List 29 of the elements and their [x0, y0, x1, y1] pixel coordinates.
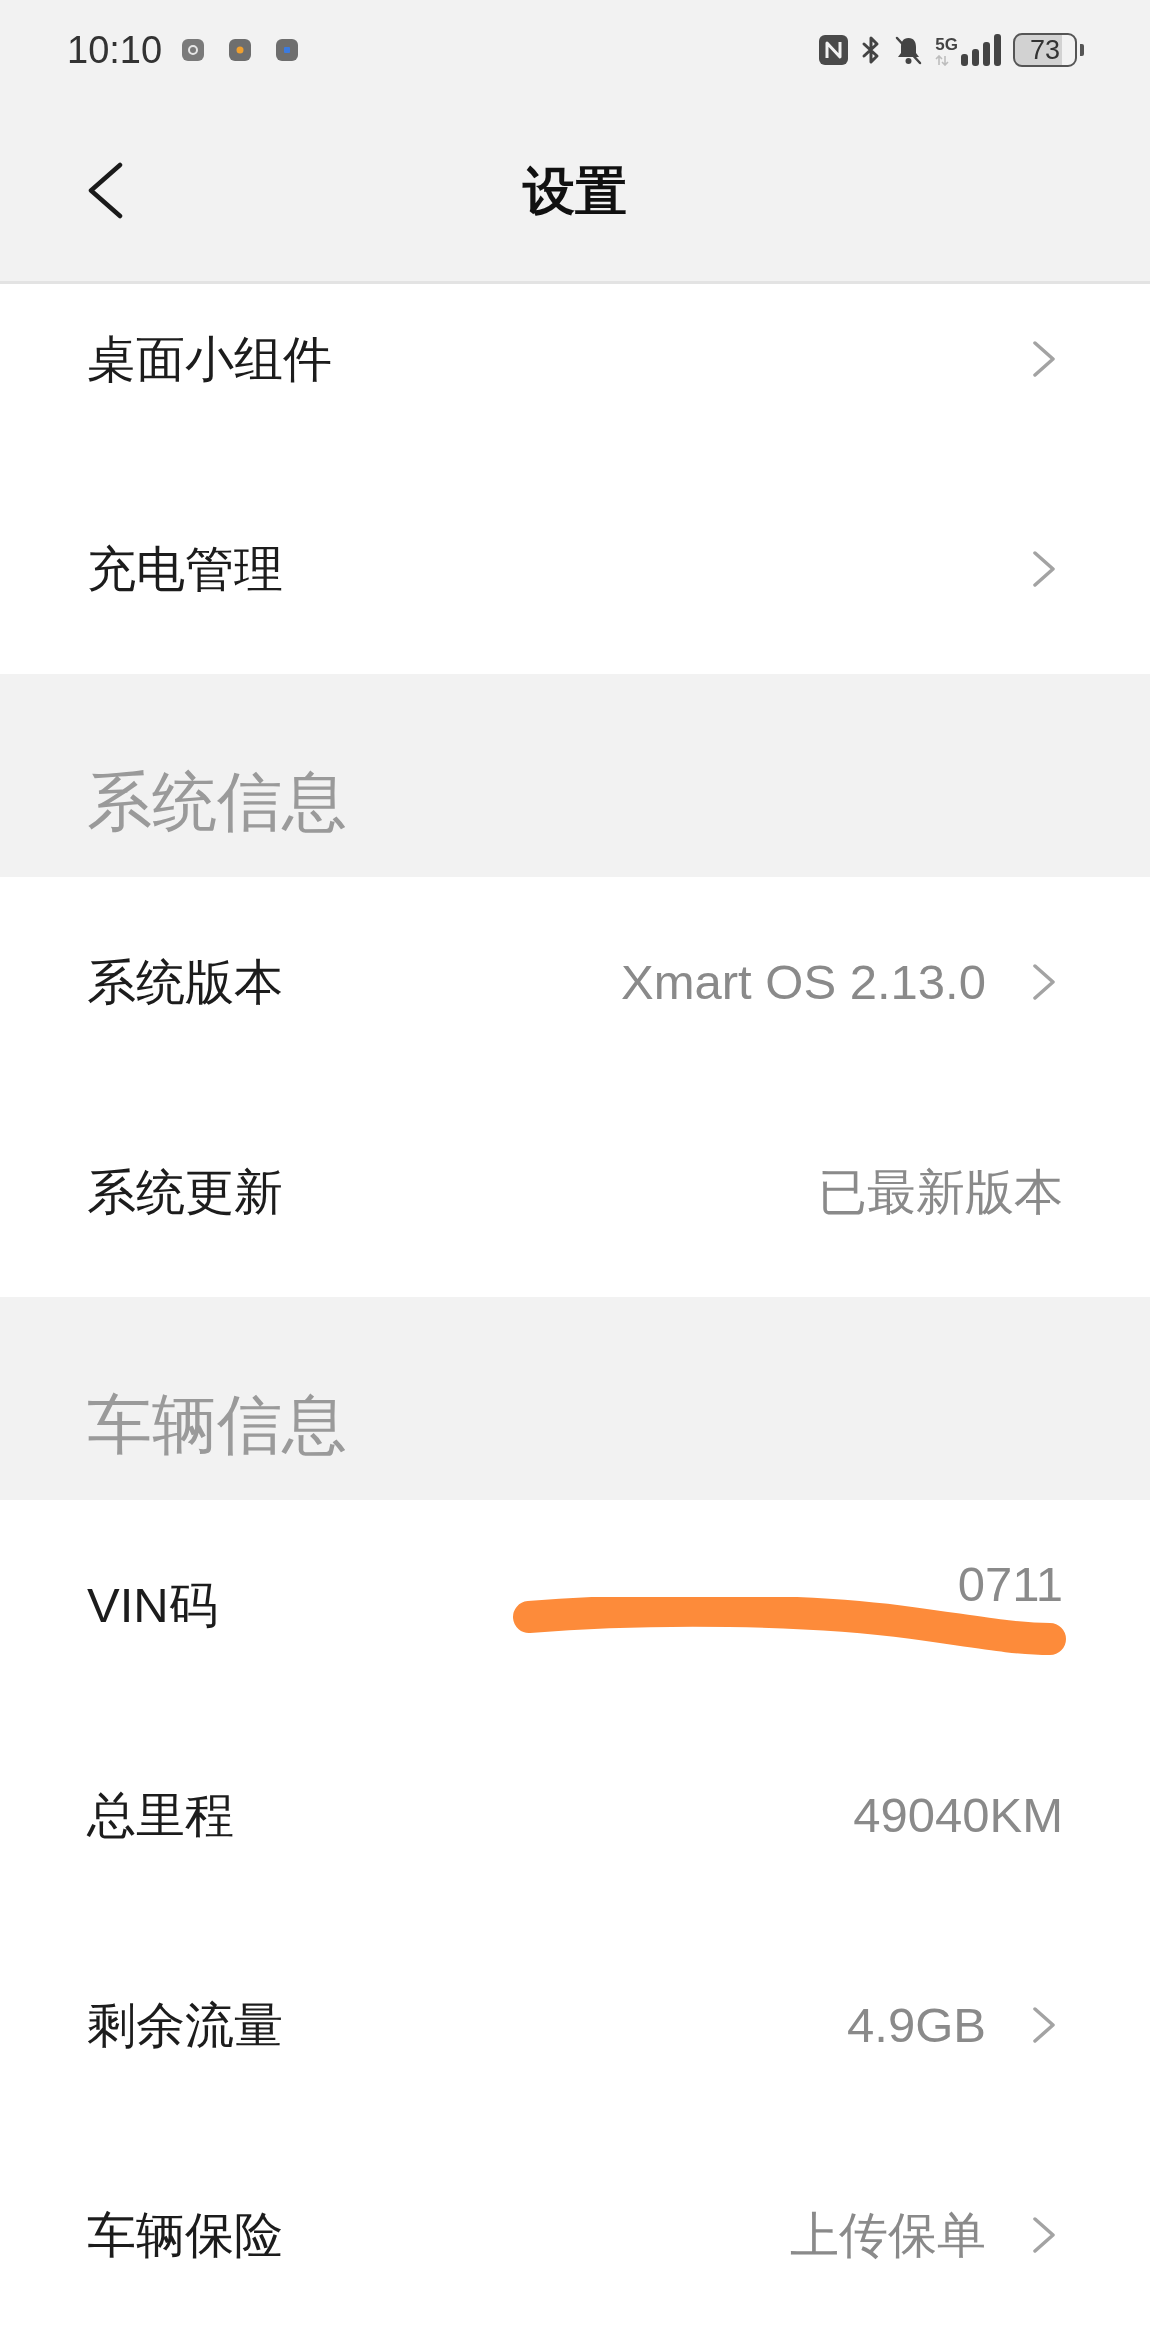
signal-icon	[961, 34, 1001, 66]
app-notification-icon	[182, 39, 205, 61]
nfc-icon	[819, 35, 849, 65]
row-value: 已最新版本	[818, 1167, 1063, 1217]
row-value: 上传保单	[790, 2210, 986, 2260]
network-type-label: 5G	[935, 36, 958, 53]
row-value: Xmart OS 2.13.0	[621, 957, 986, 1007]
row-label: 车辆保险	[87, 2210, 283, 2260]
back-button[interactable]	[87, 162, 123, 219]
row-label: 剩余流量	[87, 2000, 283, 2050]
app-notification-icon	[229, 39, 252, 61]
row-label: 系统更新	[87, 1167, 283, 1217]
app-notification-icon	[276, 39, 299, 61]
section-header: 车辆信息	[0, 1297, 1150, 1500]
row-label: 总里程	[87, 1790, 234, 1840]
section-header: 系统信息	[0, 674, 1150, 877]
row-value: 0711	[957, 1560, 1063, 1609]
row-label: 充电管理	[87, 544, 283, 594]
bell-off-icon	[894, 35, 924, 65]
battery-indicator: 73	[1013, 33, 1084, 67]
row-value: 4.9GB	[847, 2000, 986, 2050]
row-value: 49040KM	[853, 1790, 1063, 1840]
chevron-left-icon	[87, 162, 123, 219]
status-time: 10:10	[67, 31, 163, 69]
row-label: 系统版本	[87, 957, 283, 1007]
row-label: VIN码	[87, 1580, 218, 1630]
page-title: 设置	[523, 164, 627, 217]
row-label: 桌面小组件	[87, 334, 332, 384]
data-arrows-icon	[935, 55, 950, 66]
